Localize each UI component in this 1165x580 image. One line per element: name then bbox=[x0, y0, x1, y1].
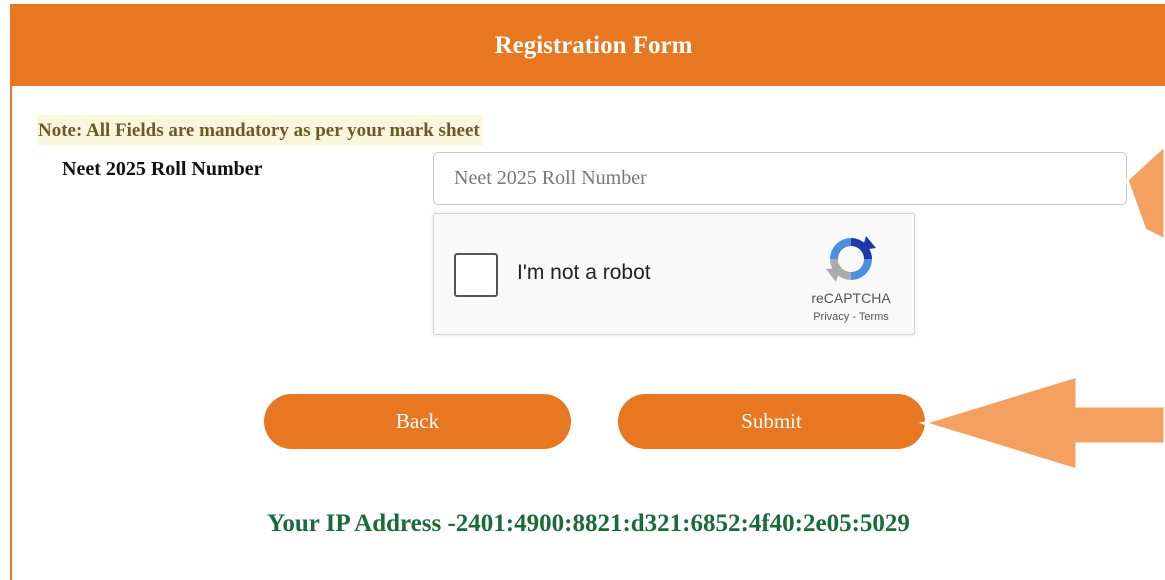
roll-number-input[interactable] bbox=[433, 152, 1127, 205]
recaptcha-widget: I'm not a robot reCAPTCHA Privacy - Term… bbox=[433, 213, 915, 335]
recaptcha-label: I'm not a robot bbox=[517, 261, 651, 284]
recaptcha-logo-icon bbox=[826, 236, 876, 282]
recaptcha-brand: reCAPTCHA bbox=[811, 290, 891, 306]
back-button[interactable]: Back bbox=[264, 394, 571, 449]
form-header: Registration Form bbox=[12, 5, 1165, 86]
submit-button[interactable]: Submit bbox=[618, 394, 925, 449]
form-title: Registration Form bbox=[494, 32, 693, 59]
registration-panel: Registration Form Note: All Fields are m… bbox=[10, 4, 1165, 580]
recaptcha-privacy-link[interactable]: Privacy bbox=[813, 311, 849, 323]
recaptcha-link-separator: - bbox=[852, 311, 856, 323]
ip-address-text: Your IP Address -2401:4900:8821:d321:685… bbox=[267, 510, 910, 537]
mandatory-note: Note: All Fields are mandatory as per yo… bbox=[37, 115, 483, 145]
roll-number-label: Neet 2025 Roll Number bbox=[62, 158, 263, 180]
recaptcha-terms-link[interactable]: Terms bbox=[859, 311, 889, 323]
recaptcha-links: Privacy - Terms bbox=[789, 311, 913, 323]
recaptcha-checkbox[interactable] bbox=[454, 253, 498, 297]
